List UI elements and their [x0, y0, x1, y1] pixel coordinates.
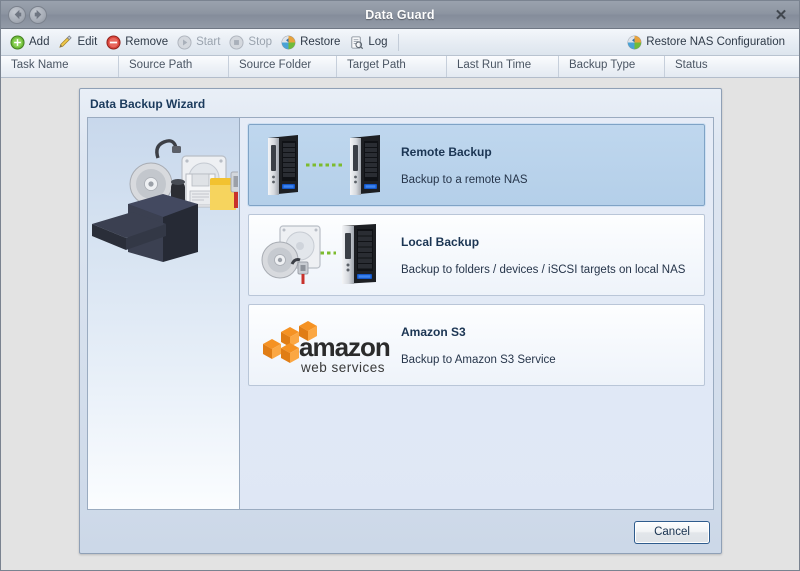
column-header-source-folder[interactable]: Source Folder — [229, 56, 337, 77]
main-toolbar: Add Edit Remove Start Stop Restore Log R… — [1, 29, 799, 56]
option-remote-backup-text: Remote Backup Backup to a remote NAS — [395, 145, 698, 186]
option-local-backup-description: Backup to folders / devices / iSCSI targ… — [401, 263, 686, 276]
backup-media-box-illustration-icon — [92, 139, 238, 262]
data-backup-wizard: Data Backup Wizard Remote Backup Backup … — [79, 88, 722, 554]
edit-icon — [59, 34, 73, 48]
start-button-label: Start — [196, 36, 221, 48]
option-amazon-s3[interactable]: amazon web services Amazon S3 Backup to … — [248, 304, 705, 386]
wizard-options-panel: Remote Backup Backup to a remote NAS Loc… — [240, 118, 713, 509]
option-amazon-s3-title: Amazon S3 — [401, 324, 466, 339]
option-remote-backup-title: Remote Backup — [401, 144, 492, 159]
stop-button[interactable]: Stop — [226, 33, 278, 52]
add-button-label: Add — [29, 36, 50, 48]
wizard-body: Remote Backup Backup to a remote NAS Loc… — [87, 117, 714, 510]
task-list-area: Data Backup Wizard Remote Backup Backup … — [1, 78, 799, 570]
wizard-illustration-panel — [88, 118, 240, 509]
option-amazon-s3-description: Backup to Amazon S3 Service — [401, 353, 556, 366]
option-local-backup[interactable]: Local Backup Backup to folders / devices… — [248, 214, 705, 296]
log-button-label: Log — [368, 36, 388, 48]
amazon-web-services-logo-icon: amazon web services — [255, 309, 395, 381]
restore-nas-configuration-button[interactable]: Restore NAS Configuration — [624, 33, 791, 52]
option-remote-backup[interactable]: Remote Backup Backup to a remote NAS — [247, 123, 706, 207]
toolbar-right-group: Restore NAS Configuration — [624, 33, 791, 52]
edit-button-label: Edit — [77, 36, 98, 48]
wizard-title: Data Backup Wizard — [90, 97, 206, 111]
toolbar-separator — [397, 33, 399, 51]
back-arrow-icon[interactable] — [8, 5, 26, 24]
edit-button[interactable]: Edit — [55, 33, 103, 52]
disk-and-nas-icon — [255, 219, 395, 291]
remove-button[interactable]: Remove — [103, 33, 174, 52]
remove-icon — [106, 34, 121, 50]
restore-icon — [627, 35, 642, 49]
option-local-backup-text: Local Backup Backup to folders / devices… — [395, 235, 698, 276]
start-icon — [177, 34, 192, 50]
close-icon[interactable]: ✕ — [771, 5, 791, 25]
restore-nas-configuration-label: Restore NAS Configuration — [646, 36, 785, 48]
window-nav-buttons — [8, 5, 47, 24]
log-icon — [351, 35, 364, 49]
column-header-last-run-time[interactable]: Last Run Time — [447, 56, 559, 77]
remove-button-label: Remove — [125, 36, 169, 48]
start-button[interactable]: Start — [174, 33, 226, 52]
task-table-header: Task Name Source Path Source Folder Targ… — [1, 56, 799, 78]
svg-text:amazon: amazon — [299, 332, 390, 362]
data-guard-window: Data Guard ✕ Add Edit Remove Start Stop … — [0, 0, 800, 571]
stop-button-label: Stop — [248, 36, 273, 48]
column-header-source-path[interactable]: Source Path — [119, 56, 229, 77]
cancel-button[interactable]: Cancel — [634, 520, 710, 544]
option-amazon-s3-text: Amazon S3 Backup to Amazon S3 Service — [395, 325, 698, 366]
option-remote-backup-description: Backup to a remote NAS — [401, 173, 528, 186]
svg-text:web services: web services — [300, 360, 385, 375]
column-header-task-name[interactable]: Task Name — [1, 56, 119, 77]
window-titlebar: Data Guard ✕ — [1, 1, 799, 29]
restore-icon — [281, 35, 296, 49]
two-nas-towers-icon — [255, 129, 395, 201]
forward-arrow-icon[interactable] — [29, 5, 47, 24]
column-header-backup-type[interactable]: Backup Type — [559, 56, 665, 77]
column-header-status[interactable]: Status — [665, 56, 785, 77]
log-button[interactable]: Log — [346, 33, 393, 52]
wizard-footer: Cancel — [87, 510, 714, 546]
column-header-target-path[interactable]: Target Path — [337, 56, 447, 77]
window-title: Data Guard — [365, 7, 435, 22]
add-button[interactable]: Add — [7, 33, 55, 52]
restore-button-label: Restore — [300, 36, 341, 48]
add-icon — [10, 34, 25, 50]
restore-button[interactable]: Restore — [278, 33, 346, 52]
option-local-backup-title: Local Backup — [401, 234, 480, 249]
stop-icon — [229, 34, 244, 50]
